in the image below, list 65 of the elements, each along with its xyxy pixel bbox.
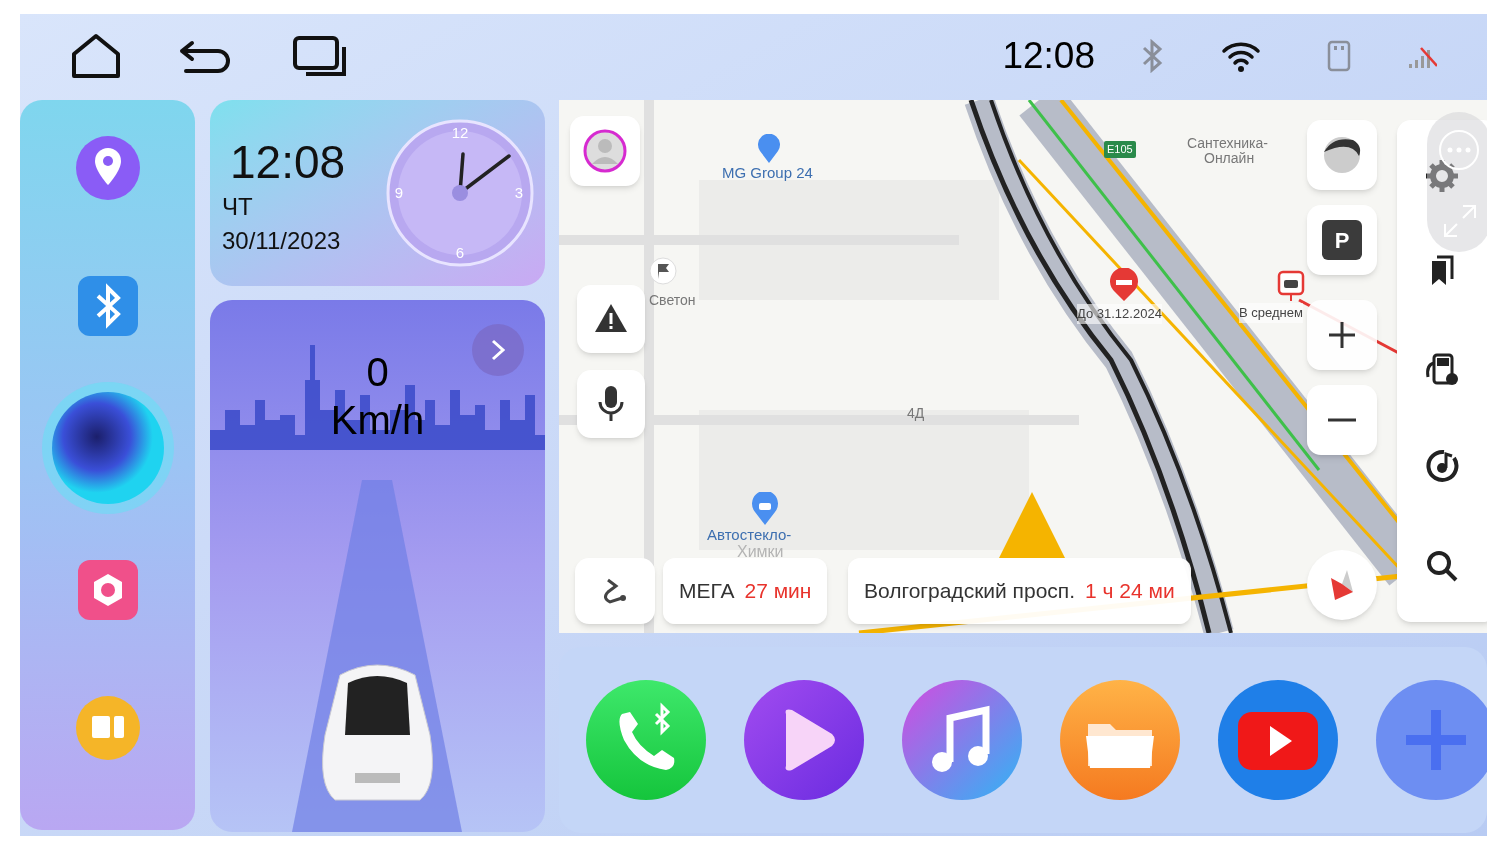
chevron-right-icon	[490, 338, 506, 362]
parking-sign: P	[1322, 220, 1362, 260]
profile-button[interactable]	[570, 116, 640, 186]
road-closed-icon	[1109, 268, 1139, 302]
destination-name: МЕГА	[679, 578, 735, 605]
alert-button[interactable]	[577, 285, 645, 353]
phone-app-icon[interactable]	[586, 680, 706, 800]
route-chip[interactable]: МЕГА 27 мин	[663, 558, 828, 624]
next-button[interactable]	[472, 324, 524, 376]
back-icon[interactable]	[178, 39, 232, 73]
map-label: Онлайн	[1204, 149, 1255, 168]
music-app-icon[interactable]	[902, 680, 1022, 800]
video-player-app-icon[interactable]	[744, 680, 864, 800]
status-time: 12:08	[1002, 34, 1095, 79]
map-label: 4Д	[907, 404, 925, 423]
files-app-icon[interactable]	[1060, 680, 1180, 800]
layers-button[interactable]	[1307, 120, 1377, 190]
map-label: E105	[1104, 141, 1136, 158]
accident-icon	[1277, 270, 1305, 302]
speed-unit: Km/h	[330, 397, 425, 444]
zoom-in-button[interactable]	[1307, 300, 1377, 370]
map-pin-icon	[757, 134, 781, 164]
weekday-text: ЧТ	[222, 192, 254, 222]
travel-time: 1 ч 24 ми	[1085, 578, 1175, 605]
clock-numeral: 3	[514, 184, 524, 201]
home-icon[interactable]	[70, 32, 122, 80]
fuel-pump-icon[interactable]	[1424, 351, 1460, 387]
settings-icon[interactable]	[1424, 158, 1460, 194]
avatar-icon	[582, 128, 628, 174]
clock-time: 12:08	[229, 136, 347, 188]
clock-hands	[452, 152, 511, 201]
map-label: До 31.12.2024	[1077, 304, 1162, 324]
plus-icon	[1327, 320, 1357, 350]
wifi-icon	[1221, 40, 1261, 72]
clock-numeral: 6	[455, 244, 465, 261]
speed-value: 0	[366, 349, 389, 396]
date-text: 30/11/2023	[222, 226, 342, 256]
clock-numeral: 12	[451, 124, 469, 141]
recent-apps-icon[interactable]	[292, 35, 348, 77]
map-label: Светон	[649, 291, 696, 310]
microphone-icon	[596, 384, 626, 424]
car-service-pin-icon	[751, 492, 779, 526]
search-icon[interactable]	[1424, 548, 1460, 584]
microphone-button[interactable]	[577, 370, 645, 438]
usb-icon	[1327, 40, 1351, 72]
flag-icon	[649, 257, 677, 285]
more-icon[interactable]	[1437, 128, 1481, 172]
music-disc-icon[interactable]	[1424, 448, 1460, 484]
map-label: В среднем	[1239, 303, 1303, 323]
route-overview-button[interactable]	[575, 558, 655, 624]
add-app-icon[interactable]	[1376, 680, 1487, 800]
clock-numeral: 9	[394, 184, 404, 201]
layers-icon	[1321, 134, 1363, 176]
compass-icon	[1329, 568, 1355, 602]
map-label: MG Group 24	[722, 163, 813, 183]
video-app-icon[interactable]	[1218, 680, 1338, 800]
parking-button[interactable]: P	[1307, 205, 1377, 275]
destination-name: Волгоградский просп.	[864, 578, 1076, 605]
map-label: Автостекло-	[707, 525, 792, 545]
navigation-arrow-icon	[999, 492, 1065, 558]
zoom-out-button[interactable]	[1307, 385, 1377, 455]
map-label: Сантехника-	[1187, 134, 1268, 152]
route-chip[interactable]: Волгоградский просп. 1 ч 24 ми	[848, 558, 1191, 624]
travel-time: 27 мин	[744, 578, 812, 605]
minus-icon	[1327, 418, 1357, 422]
